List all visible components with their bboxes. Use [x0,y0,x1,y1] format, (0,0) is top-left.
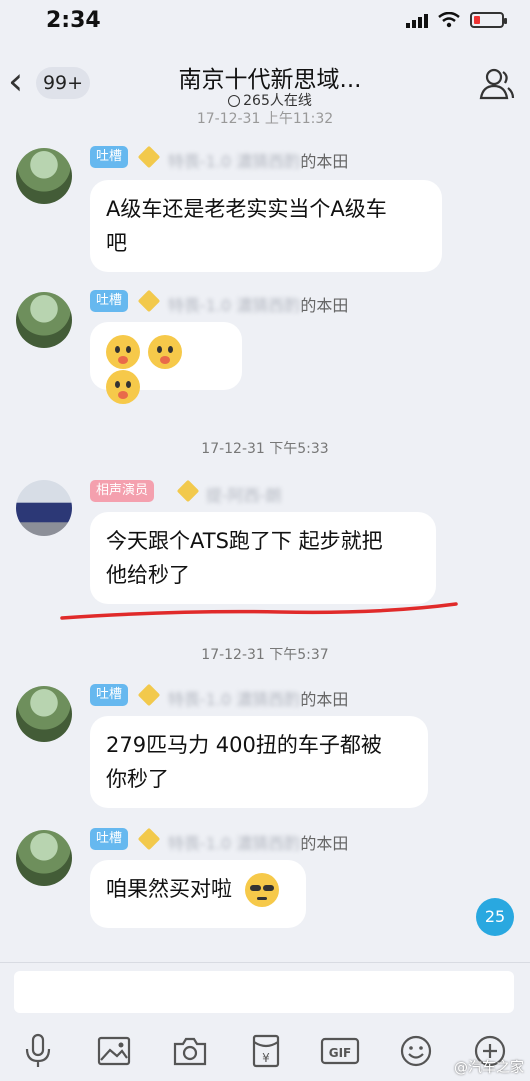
message-bubble[interactable] [90,322,242,404]
status-bar: 2:34 [0,0,530,40]
sender-name[interactable]: 特畏-1.0 濃猜西酌的本田 [168,686,348,710]
message-bubble[interactable]: 279匹马力 400扭的车子都被 你秒了 [90,716,428,808]
unread-count-badge[interactable]: 25 [476,898,514,936]
unread-back-badge[interactable]: 99+ [36,67,90,99]
toolbar: ¥ GIF [0,1031,530,1075]
battery-icon [470,12,507,28]
mic-icon[interactable] [18,1031,58,1071]
tongue-face-icon [106,370,140,404]
gif-icon[interactable]: GIF [320,1031,360,1071]
red-underline-annotation [60,602,458,620]
input-bar: ¥ GIF @汽车之家 [0,962,530,1081]
level-diamond-icon [137,145,161,169]
avatar[interactable] [16,148,72,204]
message-bubble[interactable]: A级车还是老老实实当个A级车 吧 [90,180,442,272]
avatar[interactable] [16,686,72,742]
level-diamond-icon [137,289,161,313]
tongue-face-icon [106,335,140,369]
sunglasses-face-icon [244,873,279,907]
level-diamond-icon [176,479,200,503]
sender-name[interactable]: 特畏-1.0 濃猜西酌的本田 [168,292,348,316]
avatar[interactable] [16,480,72,536]
message-input[interactable] [14,971,514,1013]
red-packet-icon[interactable]: ¥ [246,1031,286,1071]
message-bubble[interactable]: 今天跟个ATS跑了下 起步就把 他给秒了 [90,512,436,604]
svg-text:¥: ¥ [262,1051,270,1065]
status-time: 2:34 [46,8,101,33]
level-diamond-icon [137,827,161,851]
message-bubble[interactable]: 咱果然买对啦 [90,860,306,928]
wifi-icon [438,12,460,28]
member-tag: 吐槽 [90,146,129,168]
back-button[interactable]: ‹ [8,62,23,100]
group-title[interactable]: 南京十代新思域... [140,60,400,94]
camera-icon[interactable] [170,1031,210,1071]
chat-header: ‹ 99+ 南京十代新思域... 265人在线 [0,40,530,118]
online-count: 265人在线 [140,90,400,110]
emoji-icon[interactable] [396,1031,436,1071]
sender-name[interactable]: 提-阿西-朗 [206,482,282,506]
member-tag: 吐槽 [90,684,129,706]
svg-text:GIF: GIF [329,1046,352,1060]
sender-name[interactable]: 特畏-1.0 濃猜西酌的本田 [168,148,348,172]
member-tag: 吐槽 [90,828,129,850]
member-tag: 吐槽 [90,290,129,312]
timestamp: 17-12-31 下午5:33 [201,441,329,457]
level-diamond-icon [137,683,161,707]
image-icon[interactable] [94,1031,134,1071]
sender-name[interactable]: 特畏-1.0 濃猜西酌的本田 [168,830,348,854]
timestamp: 17-12-31 下午5:37 [201,647,329,663]
online-icon [228,95,241,107]
watermark: @汽车之家 [454,1060,524,1076]
tongue-face-icon [148,335,182,369]
signal-icon [406,12,428,28]
group-members-icon[interactable] [476,64,516,104]
avatar[interactable] [16,292,72,348]
clipped-timestamp: 17-12-31 上午11:32 [196,111,334,127]
member-tag: 相声演员 [90,480,155,502]
avatar[interactable] [16,830,72,886]
